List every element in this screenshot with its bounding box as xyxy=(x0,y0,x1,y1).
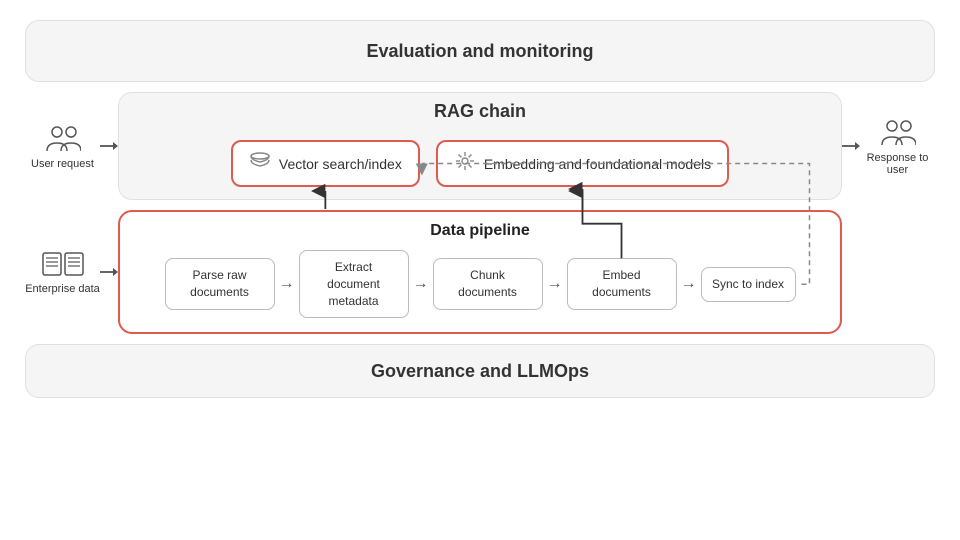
rag-response-arrow xyxy=(842,92,860,200)
rag-row: User request RAG chain xyxy=(25,92,935,200)
user-to-rag-arrow xyxy=(100,140,118,152)
enterprise-label: Enterprise data xyxy=(25,283,100,295)
vector-search-box: Vector search/index xyxy=(231,140,420,187)
response-icon xyxy=(880,117,916,149)
pipeline-row: Enterprise data Data pipeline Parse raw … xyxy=(25,210,935,334)
pipeline-box: Data pipeline Parse raw documents → Extr… xyxy=(118,210,842,334)
step-extract: Extract document metadata xyxy=(299,250,409,318)
vector-search-label: Vector search/index xyxy=(279,156,402,172)
enterprise-area: Enterprise data xyxy=(25,249,100,295)
response-area: Response to user xyxy=(860,92,935,200)
pipeline-title: Data pipeline xyxy=(134,222,826,240)
gov-label: Governance and LLMOps xyxy=(371,361,589,382)
embedding-box: Embedding and foundational models xyxy=(436,140,729,187)
rag-box: RAG chain Vector search/index xyxy=(118,92,842,200)
enterprise-icon xyxy=(41,249,85,279)
step-arrow-2: → xyxy=(413,275,429,293)
sparkle-icon xyxy=(454,150,476,172)
user-arrow xyxy=(100,92,118,200)
step-parse: Parse raw documents xyxy=(165,258,275,310)
step-chunk: Chunk documents xyxy=(433,258,543,310)
rag-title: RAG chain xyxy=(434,101,526,122)
step-arrow-4: → xyxy=(681,275,697,293)
layers-icon xyxy=(249,150,271,172)
embedding-icon xyxy=(454,150,476,177)
response-label: Response to user xyxy=(860,152,935,176)
eval-label: Evaluation and monitoring xyxy=(366,41,593,62)
user-request-area: User request xyxy=(25,92,100,200)
user-request-label: User request xyxy=(31,158,94,170)
step-arrow-1: → xyxy=(279,275,295,293)
diagram: Evaluation and monitoring User request R… xyxy=(15,10,945,530)
pipeline-steps: Parse raw documents → Extract document m… xyxy=(134,250,826,318)
enterprise-arrow xyxy=(100,266,118,278)
step-embed: Embed documents xyxy=(567,258,677,310)
rag-to-response-arrow xyxy=(842,140,860,152)
eval-box: Evaluation and monitoring xyxy=(25,20,935,82)
enterprise-to-pipeline-arrow xyxy=(100,266,118,278)
vector-icon xyxy=(249,150,271,177)
step-sync: Sync to index xyxy=(701,267,796,302)
embedding-label: Embedding and foundational models xyxy=(484,156,711,172)
user-icon xyxy=(45,123,81,155)
rag-sub-row: Vector search/index xyxy=(131,140,829,187)
step-arrow-3: → xyxy=(547,275,563,293)
gov-box: Governance and LLMOps xyxy=(25,344,935,398)
